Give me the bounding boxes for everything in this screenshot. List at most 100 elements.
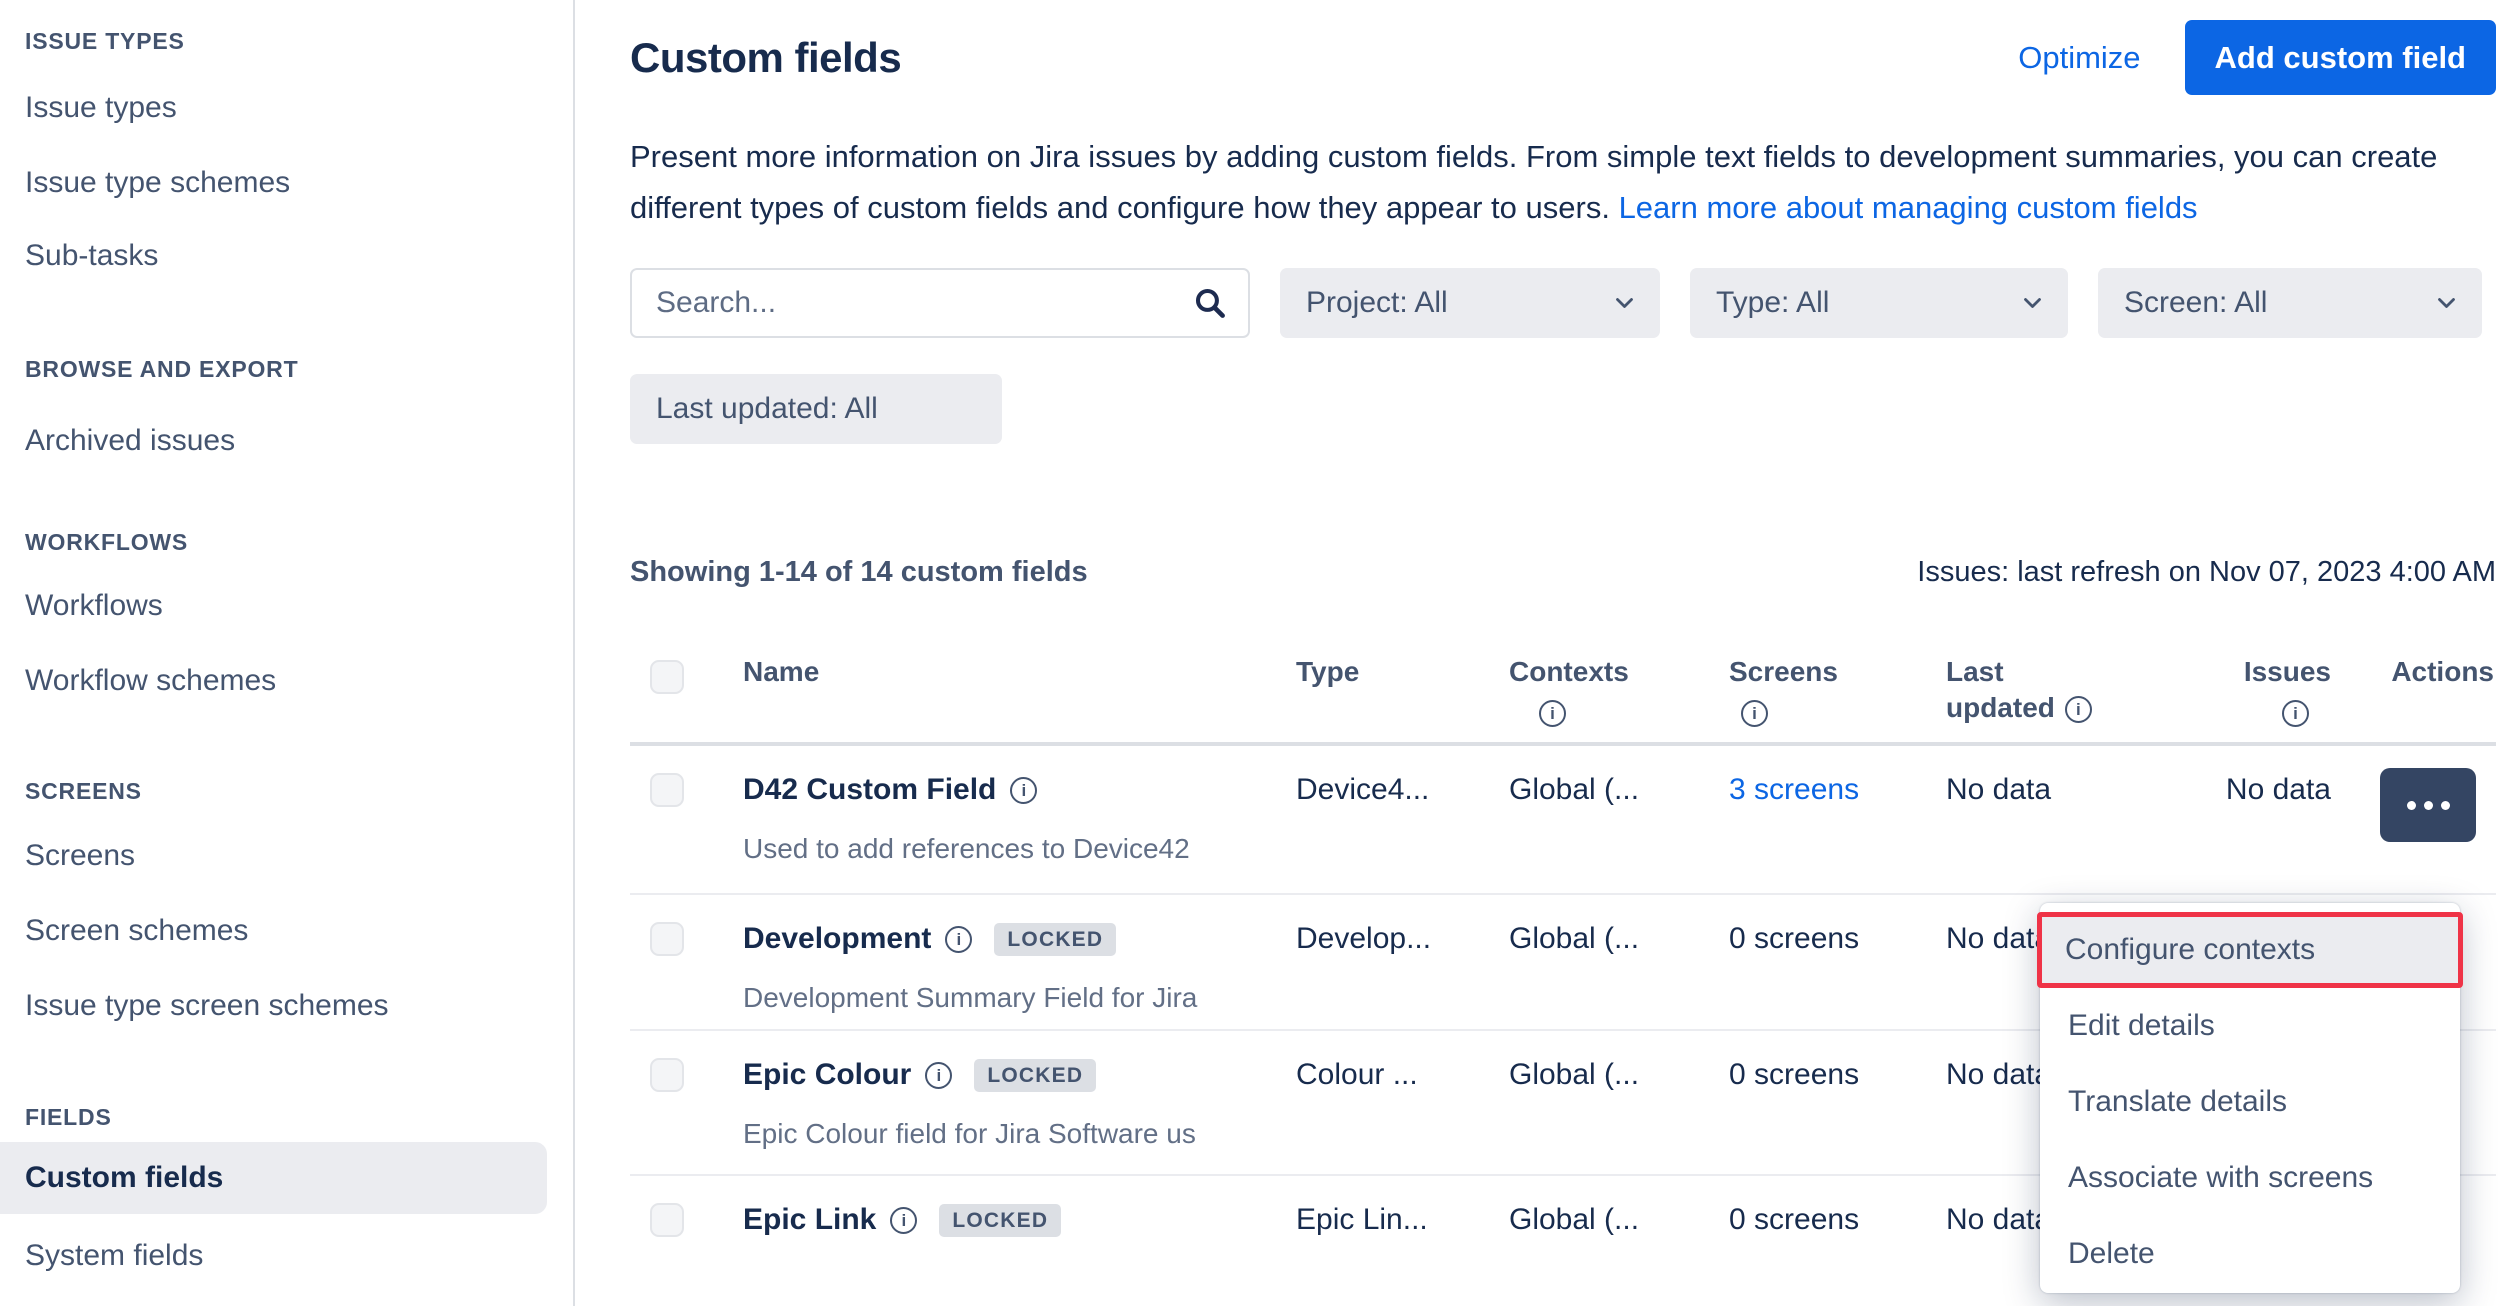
screen-filter-dropdown[interactable]: Screen: All [2098, 268, 2482, 338]
info-icon[interactable] [945, 926, 972, 953]
info-icon[interactable] [2282, 700, 2309, 727]
page-title: Custom fields [630, 34, 901, 82]
field-type: Develop... [1296, 922, 1509, 1029]
project-filter-dropdown[interactable]: Project: All [1280, 268, 1660, 338]
field-type: Colour ... [1296, 1058, 1509, 1174]
actions-context-menu: Configure contexts Edit details Translat… [2040, 903, 2460, 1293]
field-screens: 0 screens [1729, 922, 1946, 1029]
sidebar-item-archived-issues[interactable]: Archived issues [25, 424, 235, 458]
field-screens: 0 screens [1729, 1203, 1946, 1276]
row-checkbox[interactable] [650, 773, 684, 807]
table-header-row: Name Type Contexts Screens Last updated … [630, 646, 2496, 746]
sidebar-item-custom-fields[interactable]: Custom fields [0, 1142, 547, 1214]
field-issues: No data [2199, 773, 2346, 893]
menu-item-edit-details[interactable]: Edit details [2040, 988, 2460, 1064]
field-last-updated: No data [1946, 773, 2199, 893]
type-filter-label: Type: All [1716, 286, 1829, 320]
row-checkbox[interactable] [650, 922, 684, 956]
column-header-type: Type [1296, 654, 1509, 742]
field-name-line: Epic Colour LOCKED [743, 1058, 1296, 1092]
info-icon[interactable] [2065, 696, 2092, 723]
project-filter-label: Project: All [1306, 286, 1448, 320]
optimize-link[interactable]: Optimize [2018, 40, 2140, 76]
ellipsis-icon [2407, 801, 2416, 810]
screen-filter-label: Screen: All [2124, 286, 2267, 320]
field-name[interactable]: Epic Link [743, 1203, 876, 1237]
issues-refresh-timestamp: Issues: last refresh on Nov 07, 2023 4:0… [1917, 556, 2496, 589]
info-icon[interactable] [890, 1207, 917, 1234]
sidebar-section-workflows: WORKFLOWS [25, 529, 188, 556]
sidebar-item-issue-type-schemes[interactable]: Issue type schemes [25, 166, 290, 200]
ellipsis-icon [2441, 801, 2450, 810]
chevron-down-icon [1615, 297, 1634, 310]
more-actions-button[interactable] [2380, 768, 2476, 842]
sidebar-item-workflow-schemes[interactable]: Workflow schemes [25, 664, 276, 698]
search-input[interactable] [654, 285, 1192, 321]
search-icon [1192, 285, 1228, 321]
results-summary-row: Showing 1-14 of 14 custom fields Issues:… [630, 556, 2496, 589]
sidebar-item-system-fields[interactable]: System fields [25, 1239, 203, 1273]
field-description: Epic Colour field for Jira Software us [743, 1118, 1275, 1150]
menu-item-configure-contexts[interactable]: Configure contexts [2042, 917, 2458, 983]
sidebar-item-screens[interactable]: Screens [25, 839, 135, 873]
column-header-contexts: Contexts [1509, 654, 1729, 742]
locked-badge: LOCKED [974, 1059, 1096, 1092]
column-header-last-updated: Last updated [1946, 654, 2096, 742]
column-header-issues: Issues [2199, 654, 2346, 742]
field-name[interactable]: Development [743, 922, 931, 956]
row-checkbox[interactable] [650, 1058, 684, 1092]
info-icon[interactable] [1010, 777, 1037, 804]
info-icon[interactable] [925, 1062, 952, 1089]
menu-item-associate-with-screens[interactable]: Associate with screens [2040, 1140, 2460, 1216]
column-header-screens-label: Screens [1729, 654, 1838, 690]
learn-more-link[interactable]: Learn more about managing custom fields [1619, 190, 2198, 225]
field-description: Development Summary Field for Jira [743, 982, 1275, 1014]
page-description: Present more information on Jira issues … [630, 131, 2496, 233]
ellipsis-icon [2424, 801, 2433, 810]
sidebar-section-fields: FIELDS [25, 1104, 112, 1131]
add-custom-field-button[interactable]: Add custom field [2185, 20, 2496, 95]
locked-badge: LOCKED [939, 1204, 1061, 1237]
column-header-actions: Actions [2346, 654, 2496, 742]
sidebar-item-screen-schemes[interactable]: Screen schemes [25, 914, 248, 948]
chevron-down-icon [2023, 297, 2042, 310]
last-updated-filter-dropdown[interactable]: Last updated: All [630, 374, 1002, 444]
field-name-line: Epic Link LOCKED [743, 1203, 1296, 1237]
sidebar-item-issue-types[interactable]: Issue types [25, 91, 177, 125]
annotation-highlight-box: Configure contexts [2037, 912, 2463, 988]
column-header-contexts-label: Contexts [1509, 654, 1629, 690]
sidebar-item-workflows[interactable]: Workflows [25, 589, 163, 623]
field-contexts: Global (... [1509, 922, 1729, 1029]
field-name[interactable]: D42 Custom Field [743, 773, 996, 807]
field-contexts: Global (... [1509, 1203, 1729, 1276]
field-type: Device4... [1296, 773, 1509, 893]
type-filter-dropdown[interactable]: Type: All [1690, 268, 2068, 338]
info-icon[interactable] [1741, 700, 1768, 727]
field-name-line: Development LOCKED [743, 922, 1296, 956]
chevron-down-icon [2437, 297, 2456, 310]
menu-item-delete[interactable]: Delete [2040, 1216, 2460, 1292]
column-header-screens: Screens [1729, 654, 1946, 742]
field-description: Used to add references to Device42 [743, 833, 1275, 865]
field-screens-link[interactable]: 3 screens [1729, 773, 1946, 893]
field-contexts: Global (... [1509, 773, 1729, 893]
column-header-last-updated-label: Last updated [1946, 656, 2055, 723]
sidebar-section-issue-types: ISSUE TYPES [25, 28, 185, 55]
select-all-checkbox[interactable] [650, 660, 684, 694]
column-header-name: Name [743, 654, 1296, 742]
search-field[interactable] [630, 268, 1250, 338]
field-name-line: D42 Custom Field [743, 773, 1296, 807]
row-checkbox[interactable] [650, 1203, 684, 1237]
header-actions: Optimize Add custom field [2018, 20, 2496, 95]
menu-item-translate-details[interactable]: Translate details [2040, 1064, 2460, 1140]
last-updated-filter-label: Last updated: All [656, 392, 878, 426]
admin-sidebar: ISSUE TYPES Issue types Issue type schem… [0, 0, 575, 1306]
field-name[interactable]: Epic Colour [743, 1058, 911, 1092]
sidebar-item-issue-type-screen-schemes[interactable]: Issue type screen schemes [25, 989, 389, 1023]
filter-bar-row2: Last updated: All [630, 374, 2496, 444]
sidebar-section-browse-export: BROWSE AND EXPORT [25, 356, 298, 383]
info-icon[interactable] [1539, 700, 1566, 727]
sidebar-item-sub-tasks[interactable]: Sub-tasks [25, 239, 158, 273]
filter-bar: Project: All Type: All Screen: All [630, 268, 2496, 338]
field-contexts: Global (... [1509, 1058, 1729, 1174]
